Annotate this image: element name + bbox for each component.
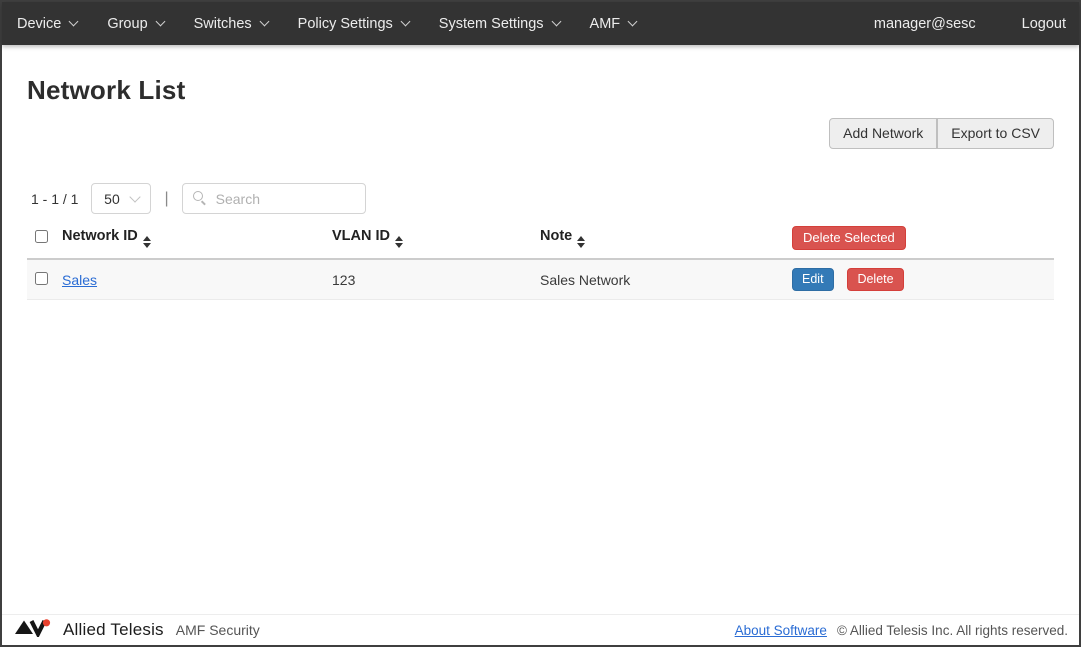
add-network-button[interactable]: Add Network — [829, 118, 937, 149]
product-name: AMF Security — [176, 622, 260, 638]
nav-item-label: AMF — [590, 16, 621, 32]
column-header-vlan-id[interactable]: VLAN ID — [332, 219, 540, 259]
nav-item-amf[interactable]: AMF — [590, 16, 637, 32]
toolbar-button-group: Add Network Export to CSV — [829, 118, 1054, 149]
search-input[interactable] — [182, 183, 366, 214]
delete-selected-button[interactable]: Delete Selected — [792, 226, 906, 250]
separator: | — [164, 190, 168, 208]
nav-item-switches[interactable]: Switches — [194, 16, 268, 32]
network-id-link[interactable]: Sales — [62, 272, 97, 288]
vlan-id-cell: 123 — [332, 259, 540, 300]
sort-icon — [395, 236, 403, 248]
sort-icon — [143, 236, 151, 248]
list-controls: 1 - 1 / 1 50 | — [27, 183, 1054, 214]
delete-button[interactable]: Delete — [847, 268, 903, 291]
note-cell: Sales Network — [540, 259, 792, 300]
row-checkbox[interactable] — [35, 272, 48, 285]
nav-item-label: Switches — [194, 16, 252, 32]
chevron-down-icon — [628, 17, 638, 27]
column-header-label: Note — [540, 228, 572, 244]
nav-item-label: System Settings — [439, 16, 544, 32]
chevron-down-icon — [259, 17, 269, 27]
table-header-row: Network ID VLAN ID Note Delete Selected — [27, 219, 1054, 259]
page-size-select[interactable]: 50 — [91, 183, 151, 214]
chevron-down-icon — [551, 17, 561, 27]
nav-item-system-settings[interactable]: System Settings — [439, 16, 560, 32]
nav-item-policy-settings[interactable]: Policy Settings — [298, 16, 409, 32]
column-header-note[interactable]: Note — [540, 219, 792, 259]
export-csv-button[interactable]: Export to CSV — [937, 118, 1054, 149]
brand-name: Allied Telesis — [63, 620, 164, 640]
nav-item-label: Policy Settings — [298, 16, 393, 32]
column-header-network-id[interactable]: Network ID — [62, 219, 332, 259]
nav-item-label: Device — [17, 16, 61, 32]
page-title: Network List — [27, 75, 1054, 106]
nav-item-group[interactable]: Group — [107, 16, 163, 32]
column-header-label: VLAN ID — [332, 228, 390, 244]
chevron-down-icon — [155, 17, 165, 27]
nav-item-device[interactable]: Device — [17, 16, 77, 32]
chevron-down-icon — [69, 17, 79, 27]
search-wrap — [182, 183, 366, 214]
toolbar: Add Network Export to CSV — [27, 118, 1054, 149]
sort-icon — [577, 236, 585, 248]
chevron-down-icon — [129, 191, 140, 202]
copyright-text: © Allied Telesis Inc. All rights reserve… — [837, 623, 1068, 638]
footer: Allied Telesis AMF Security About Softwa… — [2, 614, 1079, 645]
logout-button[interactable]: Logout — [1022, 16, 1066, 32]
column-header-label: Network ID — [62, 228, 138, 244]
nav-item-label: Group — [107, 16, 147, 32]
page-size-value: 50 — [104, 191, 120, 207]
network-table: Network ID VLAN ID Note Delete Selected — [27, 219, 1054, 300]
allied-telesis-logo-icon — [15, 618, 55, 642]
about-software-link[interactable]: About Software — [735, 623, 827, 638]
table-row: Sales 123 Sales Network Edit Delete — [27, 259, 1054, 300]
main-content: Network List Add Network Export to CSV 1… — [2, 75, 1079, 300]
edit-button[interactable]: Edit — [792, 268, 834, 291]
logged-in-user: manager@sesc — [874, 16, 976, 32]
top-navbar: Device Group Switches Policy Settings Sy… — [2, 2, 1079, 45]
chevron-down-icon — [400, 17, 410, 27]
pagination-range: 1 - 1 / 1 — [31, 191, 78, 207]
select-all-checkbox[interactable] — [35, 230, 48, 243]
